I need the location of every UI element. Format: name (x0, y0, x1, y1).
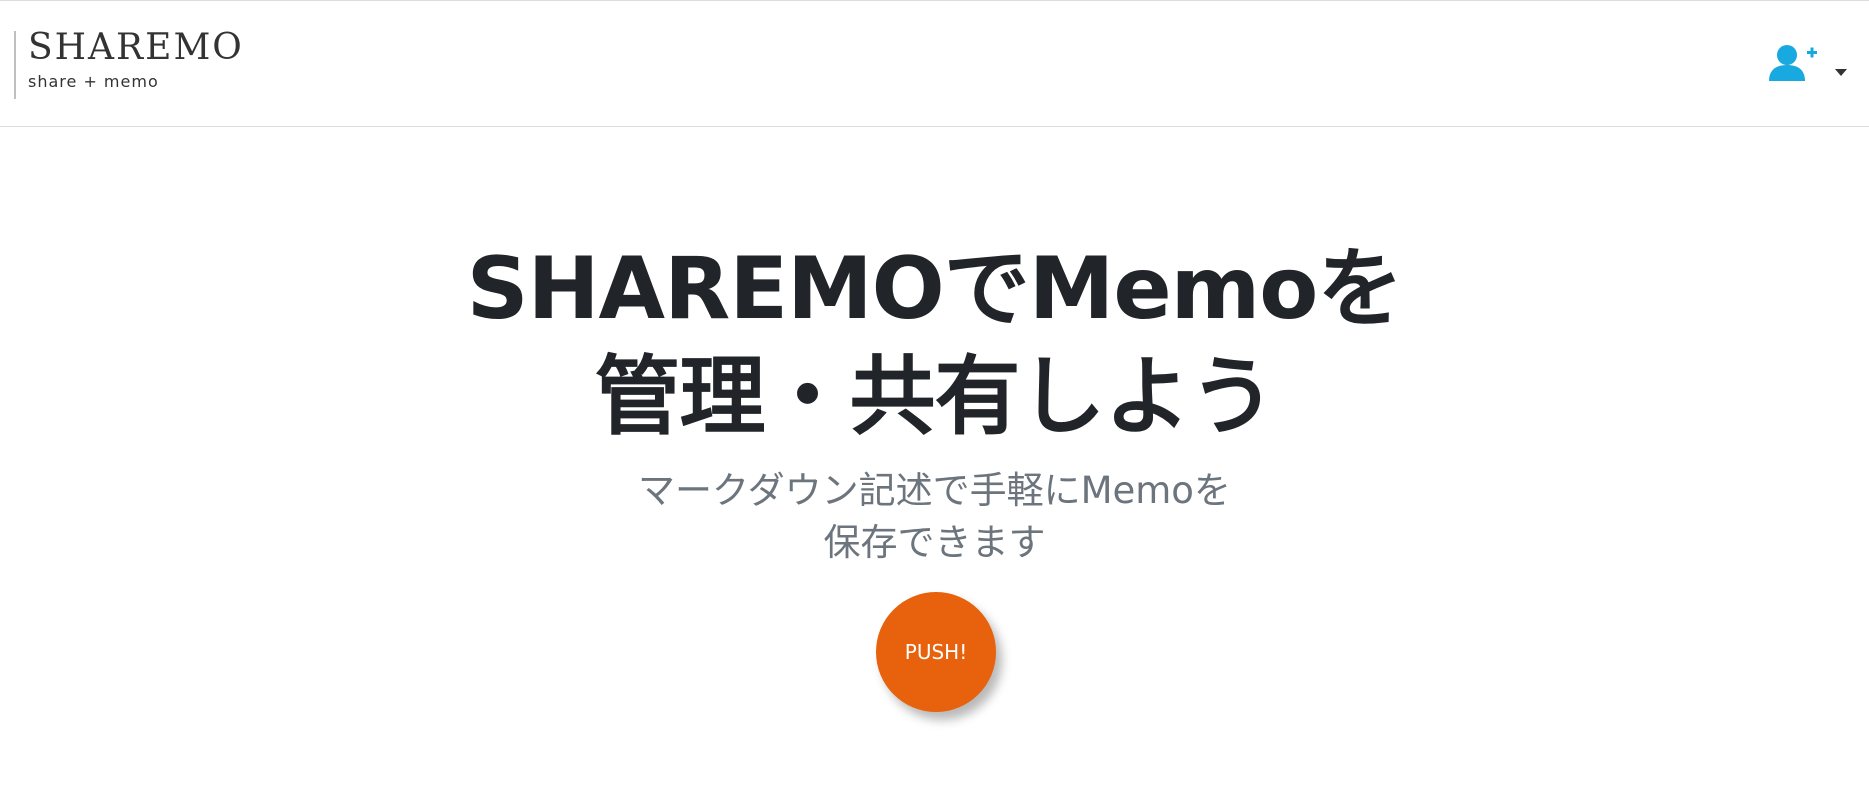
chevron-down-icon (1835, 69, 1847, 76)
hero-subtitle-line-2: 保存できます (823, 521, 1046, 564)
brand-name: SHAREMO (28, 27, 244, 68)
brand-logo[interactable]: SHAREMO share + memo (14, 27, 244, 99)
top-navbar: SHAREMO share + memo (0, 0, 1869, 127)
hero-subtitle-line-1: マークダウン記述で手軽にMemoを (638, 469, 1231, 512)
user-plus-icon (1769, 45, 1817, 81)
brand-tagline: share + memo (28, 72, 159, 91)
hero-title-line-2: 管理・共有しよう (594, 347, 1276, 447)
user-menu-dropdown[interactable] (1767, 43, 1847, 83)
hero-title: SHAREMOでMemoを 管理・共有しよう (0, 235, 1869, 451)
push-button[interactable]: PUSH! (876, 592, 996, 712)
hero-title-line-1: SHAREMOでMemoを (466, 239, 1404, 339)
hero-section: SHAREMOでMemoを 管理・共有しよう マークダウン記述で手軽にMemoを… (0, 127, 1869, 794)
hero-subtitle: マークダウン記述で手軽にMemoを 保存できます (0, 465, 1869, 569)
